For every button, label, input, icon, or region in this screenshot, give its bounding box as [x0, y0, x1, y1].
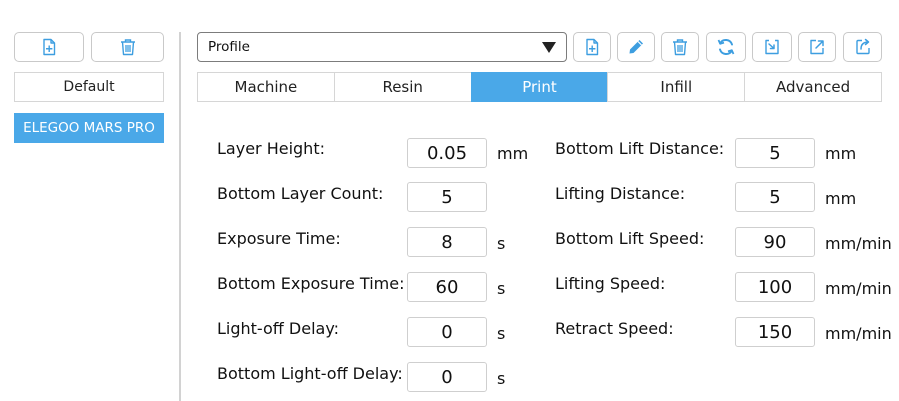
lifting-distance-label: Lifting Distance: — [555, 184, 686, 203]
lifting-speed-input[interactable] — [735, 272, 815, 302]
slicer-profile-window: Default ELEGOO MARS PRO Profile Machine … — [0, 0, 899, 401]
bottom-exposure-time-label: Bottom Exposure Time: — [217, 274, 405, 293]
delete-profile-button[interactable] — [91, 32, 164, 62]
export-icon — [810, 39, 824, 55]
bottom-lift-speed-input[interactable] — [735, 227, 815, 257]
retract-speed-input[interactable] — [735, 317, 815, 347]
tab-infill[interactable]: Infill — [607, 72, 746, 102]
bottom-lift-distance-input[interactable] — [735, 138, 815, 168]
profile-item-default[interactable]: Default — [14, 72, 164, 102]
export-alt-icon — [855, 38, 870, 55]
chevron-down-icon — [542, 42, 556, 53]
tab-resin[interactable]: Resin — [333, 72, 472, 102]
import-icon — [765, 39, 779, 55]
pencil-icon — [629, 40, 643, 54]
trash-icon — [120, 39, 135, 56]
exposure-time-input[interactable] — [407, 227, 487, 257]
bottom-lift-speed-label: Bottom Lift Speed: — [555, 229, 705, 248]
light-off-delay-label: Light-off Delay: — [217, 319, 340, 338]
bottom-layer-count-label: Bottom Layer Count: — [217, 184, 384, 203]
tab-advanced[interactable]: Advanced — [744, 72, 882, 102]
bottom-light-off-delay-unit: s — [497, 369, 506, 388]
bottom-lift-speed-unit: mm/min — [825, 234, 892, 253]
refresh-icon — [717, 39, 735, 55]
export-setting-button[interactable] — [798, 32, 836, 62]
bottom-light-off-delay-label: Bottom Light-off Delay: — [217, 364, 403, 383]
tab-label: Advanced — [776, 78, 851, 96]
bottom-exposure-time-unit: s — [497, 279, 506, 298]
delete-setting-button[interactable] — [661, 32, 699, 62]
profile-item-label: ELEGOO MARS PRO — [23, 120, 155, 136]
import-setting-button[interactable] — [752, 32, 792, 62]
add-file-icon — [586, 38, 599, 56]
reset-setting-button[interactable] — [706, 32, 746, 62]
exposure-time-label: Exposure Time: — [217, 229, 341, 248]
profile-item-label: Default — [63, 79, 115, 95]
layer-height-input[interactable] — [407, 138, 487, 168]
exposure-time-unit: s — [497, 234, 506, 253]
bottom-light-off-delay-input[interactable] — [407, 362, 487, 392]
bottom-lift-distance-unit: mm — [825, 144, 857, 163]
layer-height-label: Layer Height: — [217, 139, 325, 158]
bottom-layer-count-input[interactable] — [407, 182, 487, 212]
export-all-button[interactable] — [843, 32, 882, 62]
settings-tabs: Machine Resin Print Infill Advanced — [197, 72, 882, 102]
profile-item-elegoo-mars-pro[interactable]: ELEGOO MARS PRO — [14, 113, 164, 143]
new-setting-button[interactable] — [573, 32, 611, 62]
tab-label: Infill — [660, 78, 693, 96]
light-off-delay-unit: s — [497, 324, 506, 343]
profile-list-panel: Default ELEGOO MARS PRO — [0, 0, 178, 401]
tab-label: Resin — [382, 78, 423, 96]
tab-print[interactable]: Print — [470, 72, 609, 102]
profile-type-select[interactable]: Profile — [197, 32, 567, 62]
layer-height-unit: mm — [497, 144, 529, 163]
pane-divider[interactable] — [179, 32, 181, 401]
retract-speed-unit: mm/min — [825, 324, 892, 343]
lifting-distance-input[interactable] — [735, 182, 815, 212]
bottom-lift-distance-label: Bottom Lift Distance: — [555, 139, 725, 158]
bottom-exposure-time-input[interactable] — [407, 272, 487, 302]
tab-label: Machine — [234, 78, 298, 96]
add-file-icon — [43, 38, 56, 56]
retract-speed-label: Retract Speed: — [555, 319, 674, 338]
tab-machine[interactable]: Machine — [197, 72, 335, 102]
light-off-delay-input[interactable] — [407, 317, 487, 347]
tab-label: Print — [522, 78, 557, 96]
lifting-speed-label: Lifting Speed: — [555, 274, 666, 293]
trash-icon — [673, 39, 687, 56]
lifting-distance-unit: mm — [825, 189, 857, 208]
profile-type-select-value: Profile — [208, 39, 250, 55]
add-profile-button[interactable] — [14, 32, 84, 62]
edit-setting-button[interactable] — [617, 32, 655, 62]
lifting-speed-unit: mm/min — [825, 279, 892, 298]
